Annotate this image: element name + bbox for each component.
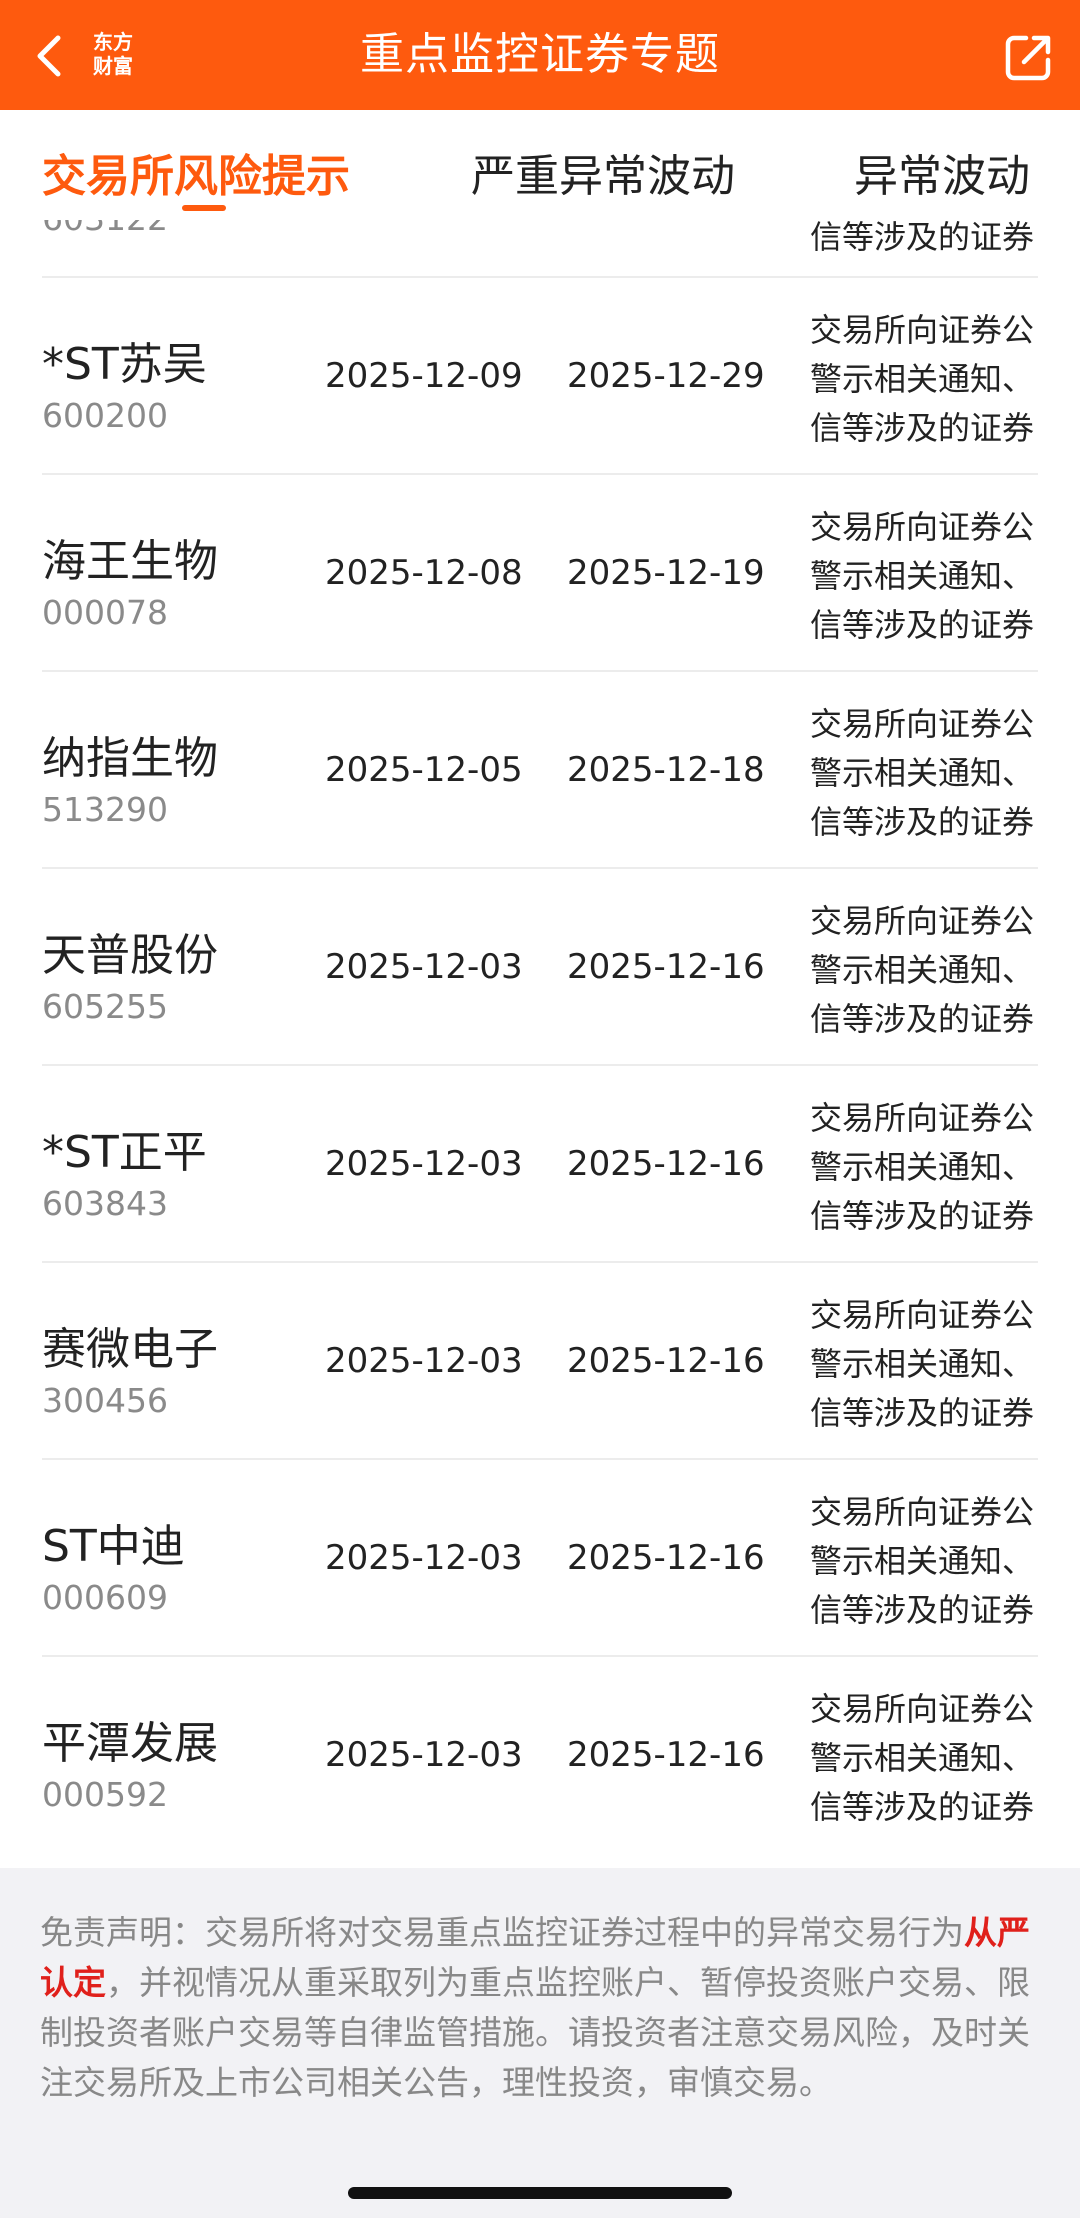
start-date: 2025-12-03 [325,1144,523,1184]
stock-code: 000078 [42,593,168,632]
page-title: 重点监控证券专题 [360,29,720,80]
end-date: 2025-12-18 [567,750,765,790]
table-row[interactable]: ST中迪 000609 2025-12-03 2025-12-16 交易所向证券… [0,1460,1080,1657]
stock-code: 603843 [42,1184,168,1223]
end-date: 2025-12-16 [567,1538,765,1578]
tab-bar: 交易所风险提示 严重异常波动 异常波动 [0,110,1080,220]
tab-exchange-risk[interactable]: 交易所风险提示 [42,140,350,204]
risk-description: 交易所向证券公 警示相关通知、 信等涉及的证券 [810,902,1035,1038]
stock-name: ST中迪 [42,1521,185,1572]
stock-code: 600200 [42,396,168,435]
stock-code: 000609 [42,1578,168,1617]
end-date: 2025-12-19 [567,553,765,593]
home-indicator[interactable] [348,2187,732,2199]
start-date: 2025-12-03 [325,1341,523,1381]
stock-name: *ST正平 [42,1127,207,1178]
stock-code: 513290 [42,790,168,829]
end-date: 2025-12-16 [567,947,765,987]
start-date: 2025-12-03 [325,1538,523,1578]
end-date: 2025-12-29 [567,356,765,396]
start-date: 2025-12-08 [325,553,523,593]
risk-description: 交易所向证券公 警示相关通知、 信等涉及的证券 [810,508,1035,644]
start-date: 2025-12-03 [325,1735,523,1775]
stock-name: 海王生物 [42,536,218,587]
stock-name: 天普股份 [42,930,218,981]
risk-description: 交易所向证券公 警示相关通知、 信等涉及的证券 [810,1296,1035,1432]
app-header: 东方 财富 重点监控证券专题 [0,0,1080,110]
end-date: 2025-12-16 [567,1735,765,1775]
risk-description: 交易所向证券公 警示相关通知、 信等涉及的证券 [810,311,1035,447]
end-date: 2025-12-16 [567,1341,765,1381]
stock-name: 平潭发展 [42,1718,218,1769]
table-row[interactable]: 天普股份 605255 2025-12-03 2025-12-16 交易所向证券… [0,869,1080,1066]
tab-abnormal[interactable]: 异常波动 [854,140,1030,204]
risk-description: 交易所向证券公 警示相关通知、 信等涉及的证券 [810,705,1035,841]
share-icon[interactable] [1002,30,1056,84]
stock-name: *ST苏吴 [42,339,207,390]
risk-description: 交易所向证券公 警示相关通知、 信等涉及的证券 [810,1493,1035,1629]
risk-description: 交易所向证券公 警示相关通知、 信等涉及的证券 [810,1690,1035,1826]
stock-name: 赛微电子 [42,1324,218,1375]
start-date: 2025-12-05 [325,750,523,790]
risk-description: 信等涉及的证券 [810,220,1035,256]
table-row[interactable]: 平潭发展 000592 2025-12-03 2025-12-16 交易所向证券… [0,1657,1080,1854]
table-row[interactable]: *ST正平 603843 2025-12-03 2025-12-16 交易所向证… [0,1066,1080,1263]
stock-code: 300456 [42,1381,168,1420]
stock-code: 605255 [42,987,168,1026]
start-date: 2025-12-09 [325,356,523,396]
stock-code: 000592 [42,1775,168,1814]
start-date: 2025-12-03 [325,947,523,987]
stock-code: 603122 [42,220,168,238]
active-tab-indicator [182,205,226,211]
risk-description: 交易所向证券公 警示相关通知、 信等涉及的证券 [810,1099,1035,1235]
table-row[interactable]: 603122 信等涉及的证券 [0,220,1080,278]
table-row[interactable]: 赛微电子 300456 2025-12-03 2025-12-16 交易所向证券… [0,1263,1080,1460]
stock-list[interactable]: 603122 信等涉及的证券 *ST苏吴 600200 2025-12-09 2… [0,220,1080,1868]
table-row[interactable]: 纳指生物 513290 2025-12-05 2025-12-18 交易所向证券… [0,672,1080,869]
end-date: 2025-12-16 [567,1144,765,1184]
table-row[interactable]: *ST苏吴 600200 2025-12-09 2025-12-29 交易所向证… [0,278,1080,475]
stock-name: 纳指生物 [42,733,218,784]
table-row[interactable]: 海王生物 000078 2025-12-08 2025-12-19 交易所向证券… [0,475,1080,672]
tab-severe-abnormal[interactable]: 严重异常波动 [471,140,735,204]
disclaimer-panel: 免责声明：交易所将对交易重点监控证券过程中的异常交易行为从严认定，并视情况从重采… [0,1868,1080,2218]
disclaimer-text: 免责声明：交易所将对交易重点监控证券过程中的异常交易行为从严认定，并视情况从重采… [40,1913,1030,2102]
